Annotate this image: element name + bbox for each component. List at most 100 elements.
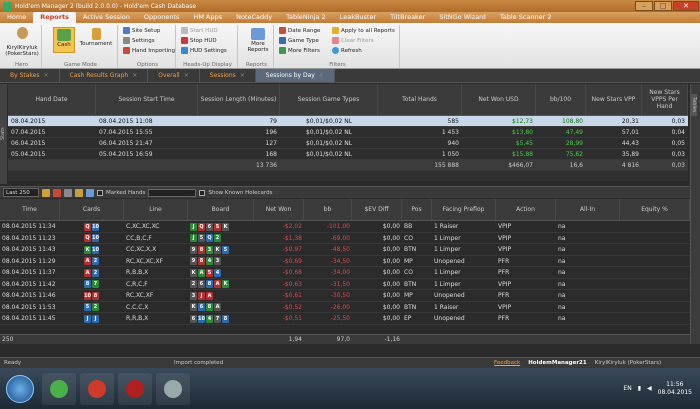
- taskbar-hm2[interactable]: [80, 372, 114, 405]
- hand-row[interactable]: 08.04.2015 11:29 A 2 RC,XC,XC,XF 9 8 4 3 -$0,69-…: [0, 256, 690, 267]
- col-header[interactable]: All-In: [556, 199, 620, 220]
- footer-cell: -1,16: [384, 336, 400, 343]
- col-header[interactable]: New Stars VPP: [586, 84, 642, 115]
- feedback-link[interactable]: Feedback: [490, 360, 524, 366]
- col-header[interactable]: Hand Date: [8, 84, 96, 115]
- refresh-button[interactable]: Refresh: [332, 47, 362, 54]
- stats-side-tab[interactable]: Stats: [0, 84, 7, 184]
- date-range-label: Date Range: [288, 27, 321, 34]
- tournament-button[interactable]: Tournament: [78, 27, 114, 53]
- menu-active-session[interactable]: Active Session: [76, 12, 137, 23]
- col-header[interactable]: $EV Diff: [352, 199, 402, 220]
- hand-row[interactable]: 08.04.2015 11:46 10 8 RC,XC,XF 3 J A -$0,61 -30,…: [0, 290, 690, 302]
- marked-hands-dropdown[interactable]: [148, 188, 197, 197]
- hand-row[interactable]: 08.04.2015 11:45 J J R,R,B,X 6 10 4 7 8 -$0,51 -25…: [0, 313, 690, 325]
- marked-hands-checkbox[interactable]: [97, 189, 103, 196]
- hand-row[interactable]: 08.04.2015 11:42 8 7 C,R,C,F 2 6 8 A K -$0,63 -31,…: [0, 279, 690, 290]
- session-cell: 05.04.2015: [11, 151, 46, 158]
- session-row[interactable]: 08.04.2015 08.04.2015 11:08 79 $0,01/$0,02 …: [8, 116, 688, 127]
- menu-table-scanner-2[interactable]: Table Scanner 2: [493, 12, 559, 23]
- col-header[interactable]: Net Won USD: [462, 84, 536, 115]
- col-header[interactable]: Session Length (Minutes): [198, 84, 280, 115]
- taskbar-pokerstars[interactable]: [118, 372, 152, 405]
- close-tab-icon[interactable]: ×: [240, 69, 245, 82]
- col-header[interactable]: Session Start Time: [96, 84, 198, 115]
- card-icon: 4: [206, 314, 213, 323]
- stop-hud-button[interactable]: Stop HUD: [181, 37, 217, 44]
- menu-leakbuster[interactable]: LeakBuster: [333, 12, 383, 23]
- col-header[interactable]: New Stars VPPS Per Hand: [642, 84, 688, 115]
- filter-hands-icon[interactable]: [53, 188, 61, 197]
- tab-sessions[interactable]: Sessions ×: [200, 69, 256, 82]
- col-header[interactable]: Equity %: [620, 199, 690, 220]
- site-setup-button[interactable]: Site Setup: [123, 27, 160, 34]
- hand-row[interactable]: 08.04.2015 11:23 Q 10 CC,B,C,F J 5 Q 2 -$1,38 -69…: [0, 233, 690, 244]
- columns-icon[interactable]: [64, 188, 72, 197]
- session-row[interactable]: 07.04.2015 07.04.2015 15:55 196 $0,01/$0,02…: [8, 127, 688, 138]
- session-row[interactable]: 05.04.2015 05.04.2015 16:59 168 $0,01/$0,02…: [8, 149, 688, 160]
- apply-all-button[interactable]: Apply to all Reports: [332, 27, 395, 34]
- more-filters-button[interactable]: More Filters: [279, 47, 320, 54]
- export-icon[interactable]: [75, 188, 83, 197]
- menu-opponents[interactable]: Opponents: [137, 12, 187, 23]
- session-row[interactable]: 06.04.2015 06.04.2015 21:47 127 $0,01/$0,02…: [8, 138, 688, 149]
- settings-button[interactable]: Settings: [123, 37, 155, 44]
- col-header[interactable]: Facing Preflop: [432, 199, 496, 220]
- close-tab-icon[interactable]: ×: [44, 69, 49, 82]
- game-type-button[interactable]: Game Type: [279, 37, 319, 44]
- col-header[interactable]: bb: [304, 199, 352, 220]
- close-tab-icon[interactable]: ×: [319, 69, 324, 82]
- menu-notecaddy[interactable]: NoteCaddy: [229, 12, 279, 23]
- replay-icon[interactable]: [42, 188, 50, 197]
- show-known-checkbox[interactable]: [199, 189, 206, 196]
- tab-cash-results-graph[interactable]: Cash Results Graph ×: [60, 69, 149, 82]
- menu-reports[interactable]: Reports: [33, 12, 76, 23]
- close-tab-icon[interactable]: ×: [132, 69, 137, 82]
- taskbar-app[interactable]: [156, 372, 190, 405]
- col-header[interactable]: Line: [124, 199, 188, 220]
- col-header[interactable]: Pos: [402, 199, 432, 220]
- tab-overall[interactable]: Overall ×: [148, 69, 200, 82]
- menu-tableninja-2[interactable]: TableNinja 2: [279, 12, 333, 23]
- close-button[interactable]: ✕: [673, 1, 699, 11]
- menu-tiltbreaker[interactable]: TiltBreaker: [383, 12, 432, 23]
- clock[interactable]: 11:56 08.04.2015: [658, 381, 692, 397]
- hand-ev: $0,00: [382, 223, 400, 230]
- volume-icon[interactable]: ◀: [647, 385, 652, 392]
- col-header[interactable]: Net Won: [254, 199, 304, 220]
- maximize-button[interactable]: □: [654, 1, 672, 11]
- tab-sessions-by-day[interactable]: Sessions by Day ×: [255, 69, 335, 82]
- tab-by-stakes[interactable]: By Stakes ×: [0, 69, 60, 82]
- menu-hm-apps[interactable]: HM Apps: [186, 12, 229, 23]
- start-button[interactable]: [6, 374, 34, 403]
- menu-sitngo-wizard[interactable]: SitNGo Wizard: [432, 12, 493, 23]
- col-header[interactable]: Time: [0, 199, 60, 220]
- language-indicator[interactable]: EN: [623, 385, 631, 392]
- hud-settings-button[interactable]: HUD Settings: [181, 47, 227, 54]
- col-header[interactable]: Session Game Types: [280, 84, 378, 115]
- col-header[interactable]: Action: [496, 199, 556, 220]
- col-header[interactable]: Cards: [60, 199, 124, 220]
- grid-icon[interactable]: [86, 188, 94, 197]
- cash-button[interactable]: Cash: [53, 27, 75, 53]
- taskbar-utorrent[interactable]: [42, 372, 76, 405]
- col-header[interactable]: bb/100: [536, 84, 586, 115]
- date-range-button[interactable]: Date Range: [279, 27, 320, 34]
- last-hands-select[interactable]: Last 250: [3, 188, 39, 197]
- col-header[interactable]: Total Hands: [378, 84, 462, 115]
- minimize-button[interactable]: –: [635, 1, 653, 11]
- menu-home[interactable]: Home: [0, 12, 33, 23]
- hand-row[interactable]: 08.04.2015 11:37 A 2 R,B,B,X K A 5 4 -$0,68 -34,0…: [0, 267, 690, 279]
- card-icon: 2: [92, 257, 99, 265]
- hand-row[interactable]: 08.04.2015 11:53 5 2 C,C,C,X K 6 8 A -$0,52 -26,0…: [0, 302, 690, 313]
- hand-importing-button[interactable]: Hand Importing: [123, 47, 175, 54]
- hand-row[interactable]: 08.04.2015 11:43 K 10 CC,XC,X,X 9 8 3 K 5 -$0,97-…: [0, 244, 690, 256]
- clear-filters-button[interactable]: Clear Filters: [332, 37, 374, 44]
- start-hud-button[interactable]: Start HUD: [181, 27, 218, 34]
- close-tab-icon[interactable]: ×: [184, 69, 189, 82]
- tables-side-tab[interactable]: Tables: [691, 94, 697, 116]
- hand-row[interactable]: 08.04.2015 11:34 Q 10 C,XC,XC,XC J Q 6 5 K -$2,02…: [0, 221, 690, 233]
- col-header[interactable]: Board: [188, 199, 254, 220]
- network-icon[interactable]: ▮: [638, 385, 641, 392]
- more-reports-button[interactable]: More Reports: [245, 27, 271, 53]
